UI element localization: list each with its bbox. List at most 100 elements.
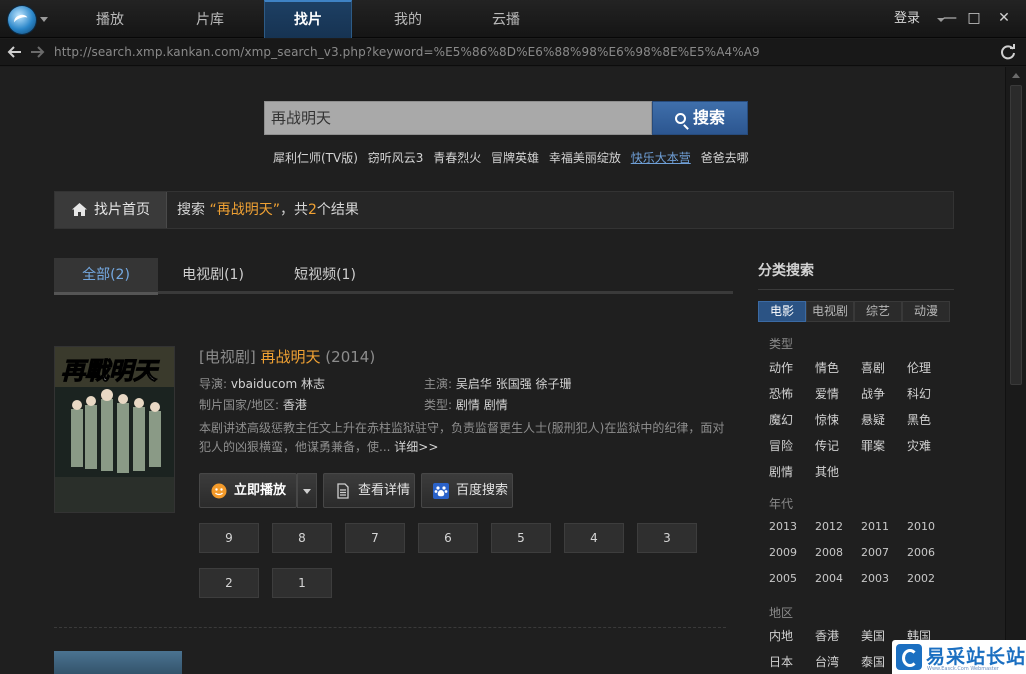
hot-keyword[interactable]: 青春烈火 [433, 151, 481, 165]
baidu-search-button[interactable]: 百度搜索 [421, 473, 513, 508]
genre-item[interactable]: 冒险 [769, 437, 793, 454]
refresh-icon[interactable] [999, 43, 1017, 61]
genre-item[interactable]: 喜剧 [861, 359, 885, 376]
episode-button[interactable]: 9 [199, 523, 259, 553]
vertical-scrollbar[interactable] [1005, 67, 1026, 674]
category-tab-variety[interactable]: 综艺 [854, 301, 902, 322]
genre-item[interactable]: 剧情 [769, 463, 793, 480]
genre-item[interactable]: 魔幻 [769, 411, 793, 428]
year-item[interactable]: 2010 [907, 520, 935, 533]
hot-keyword[interactable]: 冒牌英雄 [491, 151, 539, 165]
region-item[interactable]: 台湾 [815, 653, 839, 670]
maximize-icon[interactable]: □ [966, 10, 982, 26]
year-item[interactable]: 2002 [907, 572, 935, 585]
back-arrow-icon[interactable] [7, 44, 23, 60]
region-item[interactable]: 内地 [769, 627, 793, 644]
search-input[interactable]: 再战明天 [264, 101, 652, 135]
category-tab-anime[interactable]: 动漫 [902, 301, 950, 322]
url-field[interactable]: http://search.xmp.kankan.com/xmp_search_… [54, 45, 760, 59]
genre-item[interactable]: 伦理 [907, 359, 931, 376]
genre-item[interactable]: 恐怖 [769, 385, 793, 402]
second-result-thumbnail[interactable] [54, 651, 182, 674]
result-category: [电视剧] [199, 348, 256, 366]
nav-tab-find[interactable]: 找片 [264, 0, 352, 38]
login-link[interactable]: 登录 [894, 0, 920, 38]
category-tab-movie[interactable]: 电影 [758, 301, 806, 322]
scroll-thumb[interactable] [1010, 85, 1022, 385]
year-item[interactable]: 2012 [815, 520, 843, 533]
genre-item[interactable]: 悬疑 [861, 411, 885, 428]
episode-button[interactable]: 7 [345, 523, 405, 553]
view-details-label: 查看详情 [358, 483, 411, 498]
tab-short-video[interactable]: 短视频(1) [270, 258, 380, 292]
hot-keyword-link[interactable]: 快乐大本营 [631, 151, 691, 165]
region-item[interactable]: 美国 [861, 627, 885, 644]
result-summary: 搜索 “再战明天”，共2个结果 [177, 192, 359, 228]
result-divider [54, 627, 726, 628]
play-now-button[interactable]: 立即播放 [199, 473, 297, 508]
forward-arrow-icon[interactable] [29, 44, 45, 60]
genre-item[interactable]: 爱情 [815, 385, 839, 402]
play-options-dropdown[interactable] [297, 473, 317, 508]
search-icon [674, 113, 686, 124]
year-item[interactable]: 2003 [861, 572, 889, 585]
title-bar: 播放 片库 找片 我的 云播 登录 — □ ✕ [0, 0, 1026, 38]
region-item[interactable]: 泰国 [861, 653, 885, 670]
tab-tv[interactable]: 电视剧(1) [160, 258, 266, 292]
details-link[interactable]: 详细>> [394, 440, 438, 454]
region-value: 香港 [282, 398, 307, 412]
tab-all[interactable]: 全部(2) [54, 258, 158, 295]
result-title[interactable]: 再战明天 [261, 348, 321, 366]
episode-button[interactable]: 2 [199, 568, 259, 598]
genre-item[interactable]: 科幻 [907, 385, 931, 402]
genre-item[interactable]: 动作 [769, 359, 793, 376]
year-item[interactable]: 2008 [815, 546, 843, 559]
hot-keyword[interactable]: 爸爸去哪 [701, 151, 749, 165]
episode-button[interactable]: 4 [564, 523, 624, 553]
episode-button[interactable]: 1 [272, 568, 332, 598]
poster-image: 再戰明天 [55, 347, 174, 512]
genre-item[interactable]: 传记 [815, 437, 839, 454]
genre-item[interactable]: 黑色 [907, 411, 931, 428]
genre-item[interactable]: 灾难 [907, 437, 931, 454]
hot-keyword[interactable]: 犀利仁师(TV版) [273, 151, 358, 165]
year-item[interactable]: 2009 [769, 546, 797, 559]
nav-tab-play[interactable]: 播放 [62, 0, 158, 38]
director-row: 导演: vbaiducom 林志 [199, 375, 325, 392]
nav-tab-cloud[interactable]: 云播 [460, 0, 552, 38]
category-tab-tv[interactable]: 电视剧 [806, 301, 854, 322]
nav-tab-library[interactable]: 片库 [160, 0, 260, 38]
episode-button[interactable]: 3 [637, 523, 697, 553]
nav-tab-mine[interactable]: 我的 [360, 0, 456, 38]
region-item[interactable]: 香港 [815, 627, 839, 644]
hot-keyword[interactable]: 窃听风云3 [368, 151, 424, 165]
app-logo-icon[interactable] [8, 6, 36, 34]
genre-item[interactable]: 其他 [815, 463, 839, 480]
logo-menu-caret-icon[interactable] [40, 17, 48, 22]
scroll-up-arrow-icon[interactable] [1012, 73, 1020, 78]
year-item[interactable]: 2013 [769, 520, 797, 533]
year-item[interactable]: 2005 [769, 572, 797, 585]
breadcrumb: 找片首页 搜索 “再战明天”，共2个结果 [54, 191, 954, 229]
search-button[interactable]: 搜索 [652, 101, 748, 135]
cast-label: 主演: [424, 377, 453, 391]
result-poster[interactable]: 再戰明天 [54, 346, 175, 513]
genre-item[interactable]: 情色 [815, 359, 839, 376]
close-icon[interactable]: ✕ [996, 10, 1012, 26]
find-home-button[interactable]: 找片首页 [55, 192, 167, 228]
year-item[interactable]: 2007 [861, 546, 889, 559]
hot-keyword[interactable]: 幸福美丽绽放 [549, 151, 621, 165]
summary-middle: ，共 [279, 202, 308, 218]
region-item[interactable]: 日本 [769, 653, 793, 670]
year-item[interactable]: 2011 [861, 520, 889, 533]
episode-button[interactable]: 5 [491, 523, 551, 553]
year-item[interactable]: 2004 [815, 572, 843, 585]
minimize-icon[interactable]: — [942, 10, 958, 26]
genre-item[interactable]: 战争 [861, 385, 885, 402]
genre-item[interactable]: 惊悚 [815, 411, 839, 428]
episode-button[interactable]: 8 [272, 523, 332, 553]
year-item[interactable]: 2006 [907, 546, 935, 559]
view-details-button[interactable]: 查看详情 [323, 473, 415, 508]
episode-button[interactable]: 6 [418, 523, 478, 553]
genre-item[interactable]: 罪案 [861, 437, 885, 454]
